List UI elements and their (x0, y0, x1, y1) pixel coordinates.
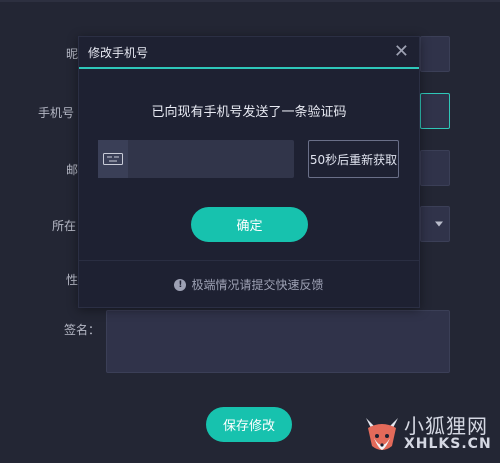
fox-logo-icon (366, 418, 398, 450)
modal-message: 已向现有手机号发送了一条验证码 (151, 105, 347, 120)
email-field[interactable] (420, 150, 450, 186)
verification-input-wrap (98, 140, 294, 178)
top-divider (0, 0, 500, 2)
feedback-link[interactable]: 极端情况请提交快速反馈 (191, 276, 323, 293)
signature-textarea[interactable] (106, 310, 450, 373)
modal-header: 修改手机号 ✕ (79, 37, 419, 69)
verification-code-input[interactable] (128, 140, 294, 178)
email-label: 邮 (66, 163, 79, 177)
watermark-text-cn: 小狐狸网 (404, 414, 488, 438)
phone-label: 手机号 (38, 106, 75, 120)
change-phone-modal: 修改手机号 ✕ 已向现有手机号发送了一条验证码 50秒后重新获取 确定 ! 极端… (78, 36, 420, 308)
close-icon[interactable]: ✕ (394, 43, 409, 61)
location-select[interactable] (420, 206, 450, 242)
warning-icon: ! (174, 278, 187, 291)
signature-label: 签名： (64, 323, 101, 337)
nickname-field[interactable] (420, 36, 450, 72)
feedback-row[interactable]: ! 极端情况请提交快速反馈 (79, 276, 419, 293)
watermark-text-en: XHLKS.CN (404, 436, 492, 452)
watermark: 小狐狸网 XHLKS.CN (360, 410, 500, 463)
modal-divider (79, 260, 419, 261)
keyboard-icon (98, 140, 128, 178)
chevron-down-icon (435, 221, 443, 227)
phone-field[interactable] (420, 93, 450, 129)
resend-code-button[interactable]: 50秒后重新获取 (308, 140, 399, 178)
verification-row: 50秒后重新获取 (98, 140, 399, 178)
location-label: 所在 (52, 219, 77, 233)
nickname-label: 昵 (66, 47, 79, 61)
save-button[interactable]: 保存修改 (206, 407, 292, 442)
gender-label: 性 (66, 273, 79, 287)
confirm-button[interactable]: 确定 (191, 207, 308, 242)
modal-title: 修改手机号 (88, 45, 149, 60)
